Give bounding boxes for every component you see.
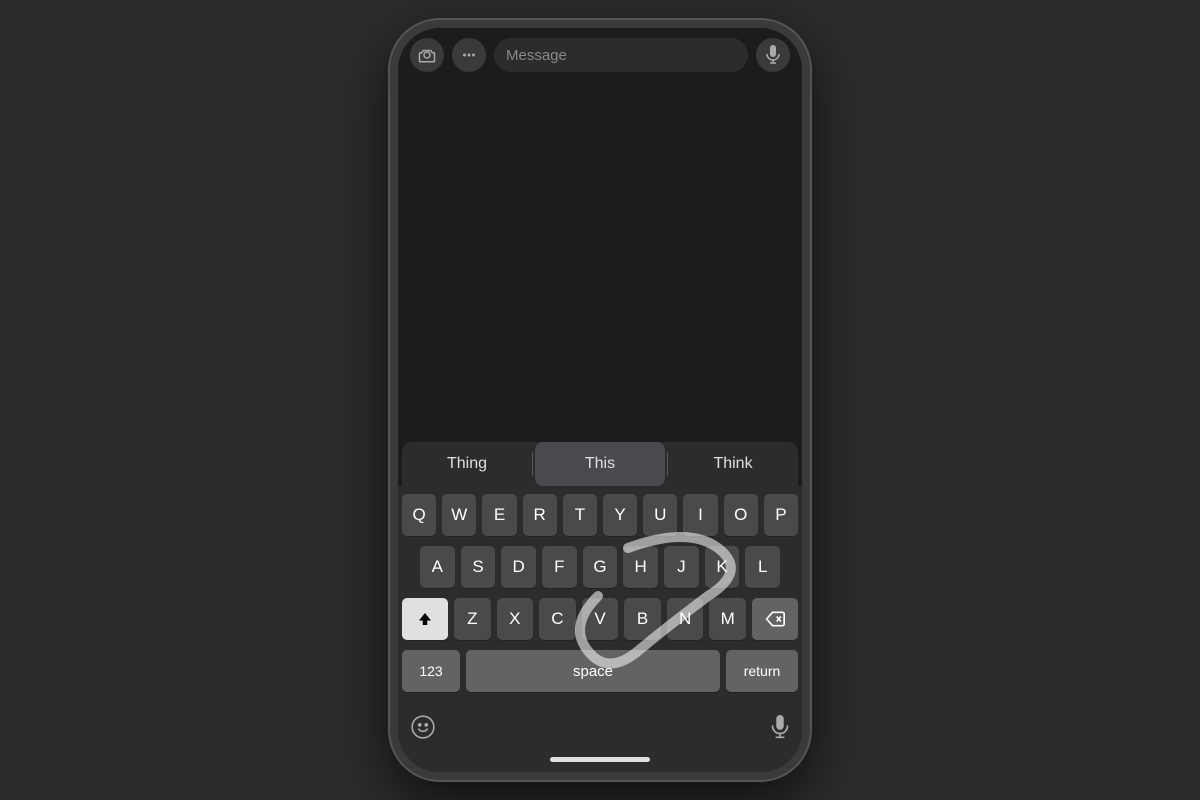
top-bar: Message [398,28,802,80]
key-v[interactable]: V [582,598,619,640]
key-return[interactable]: return [726,650,798,692]
autocomplete-thing[interactable]: Thing [402,442,532,486]
key-l[interactable]: L [745,546,780,588]
camera-icon[interactable] [410,38,444,72]
key-i[interactable]: I [683,494,717,536]
key-p[interactable]: P [764,494,798,536]
key-z[interactable]: Z [454,598,491,640]
key-row-2: A S D F G H J K L [402,546,798,588]
phone-screen: Message Thing This [398,28,802,772]
home-bar [550,757,650,762]
apps-icon[interactable] [452,38,486,72]
message-input[interactable]: Message [494,38,748,72]
key-space[interactable]: space [466,650,720,692]
key-b[interactable]: B [624,598,661,640]
key-j[interactable]: J [664,546,699,588]
key-q[interactable]: Q [402,494,436,536]
key-f[interactable]: F [542,546,577,588]
autocomplete-think[interactable]: Think [668,442,798,486]
autocomplete-this[interactable]: This [535,442,665,486]
key-s[interactable]: S [461,546,496,588]
key-numbers[interactable]: 123 [402,650,460,692]
autocomplete-divider-1 [532,452,533,476]
key-c[interactable]: C [539,598,576,640]
key-m[interactable]: M [709,598,746,640]
phone-frame: Message Thing This [390,20,810,780]
autocomplete-bar: Thing This Think [402,442,798,486]
key-row-3: Z X C V B N M [402,598,798,640]
mic-top-icon[interactable] [756,38,790,72]
key-d[interactable]: D [501,546,536,588]
keyboard-keys: Q W E R T Y U I O P A S D F G [398,486,802,706]
key-n[interactable]: N [667,598,704,640]
key-a[interactable]: A [420,546,455,588]
message-placeholder: Message [506,47,567,64]
key-u[interactable]: U [643,494,677,536]
key-e[interactable]: E [482,494,516,536]
key-y[interactable]: Y [603,494,637,536]
key-r[interactable]: R [523,494,557,536]
key-t[interactable]: T [563,494,597,536]
key-h[interactable]: H [623,546,658,588]
key-x[interactable]: X [497,598,534,640]
screen-content [398,80,802,442]
key-backspace[interactable] [752,598,798,640]
key-g[interactable]: G [583,546,618,588]
key-shift[interactable] [402,598,448,640]
keyboard-container: Thing This Think Q W E R T [398,442,802,772]
key-w[interactable]: W [442,494,476,536]
bottom-bar [398,706,802,751]
mic-button[interactable] [770,715,790,747]
emoji-button[interactable] [410,714,436,747]
key-k[interactable]: K [705,546,740,588]
key-row-4: 123 space return [402,650,798,692]
key-o[interactable]: O [724,494,758,536]
home-indicator-bar [398,751,802,772]
key-row-1: Q W E R T Y U I O P [402,494,798,536]
